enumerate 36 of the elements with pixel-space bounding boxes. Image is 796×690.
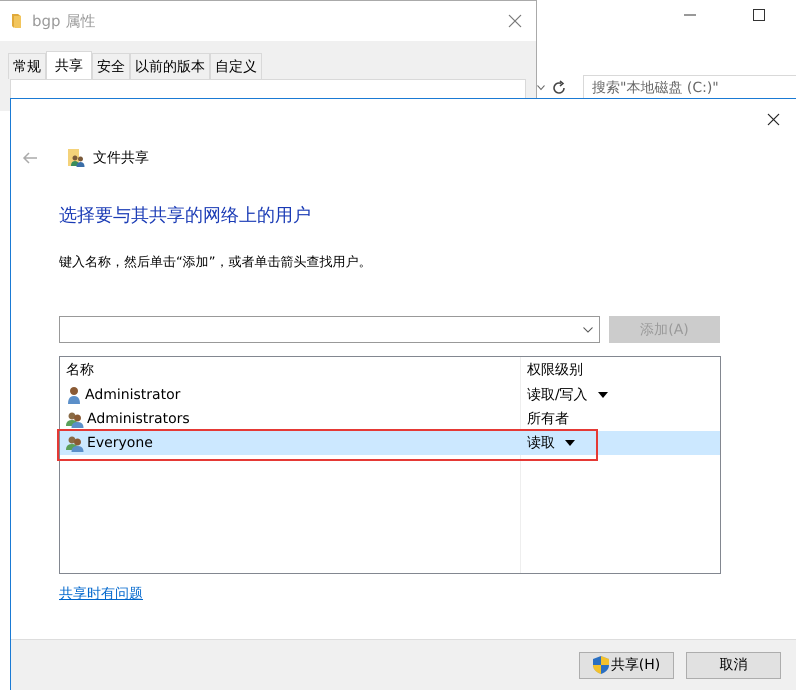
tab[interactable]: 常规 xyxy=(8,53,46,79)
user-row[interactable]: Everyone 读取 xyxy=(60,431,720,455)
instruction-text: 键入名称，然后单击“添加”，或者单击箭头查找用户。 xyxy=(59,254,372,271)
tab[interactable]: 共享 xyxy=(46,51,92,79)
user-icon xyxy=(66,386,82,404)
user-name: Administrators xyxy=(87,411,190,427)
tab[interactable]: 自定义 xyxy=(210,53,262,79)
dropdown-arrow-icon[interactable] xyxy=(565,440,575,446)
dialog-button[interactable]: 共享(H) xyxy=(579,652,674,678)
close-icon[interactable] xyxy=(767,113,780,126)
tab[interactable]: 以前的版本 xyxy=(130,53,210,79)
shared-folder-icon xyxy=(68,149,85,167)
minimize-icon[interactable] xyxy=(684,14,696,16)
user-name: Administrator xyxy=(85,387,180,403)
user-row[interactable]: Administrator 读取/写入 xyxy=(60,383,720,407)
permission-level: 所有者 xyxy=(527,410,569,428)
chevron-down-icon[interactable] xyxy=(537,85,545,91)
dialog-button[interactable]: 取消 xyxy=(686,652,781,678)
user-name: Everyone xyxy=(87,435,153,451)
maximize-icon[interactable] xyxy=(753,9,765,21)
users-icon xyxy=(66,434,84,452)
dialog-heading: 选择要与其共享的网络上的用户 xyxy=(59,204,312,227)
tab[interactable]: 安全 xyxy=(92,53,130,79)
permission-level[interactable]: 读取/写入 xyxy=(527,386,588,404)
window-title: bgp 属性 xyxy=(32,12,96,30)
user-row[interactable]: Administrators 所有者 xyxy=(60,407,720,431)
folder-icon xyxy=(12,13,22,29)
chevron-down-icon[interactable] xyxy=(583,326,593,332)
help-link[interactable]: 共享时有问题 xyxy=(59,585,143,603)
column-header[interactable]: 权限级别 xyxy=(521,361,720,379)
column-header[interactable]: 名称 xyxy=(60,361,521,379)
dialog-header: 文件共享 xyxy=(93,149,149,167)
permission-level[interactable]: 读取 xyxy=(527,434,555,452)
dropdown-arrow-icon[interactable] xyxy=(598,392,608,398)
users-icon xyxy=(66,410,84,428)
refresh-icon[interactable] xyxy=(551,80,567,96)
